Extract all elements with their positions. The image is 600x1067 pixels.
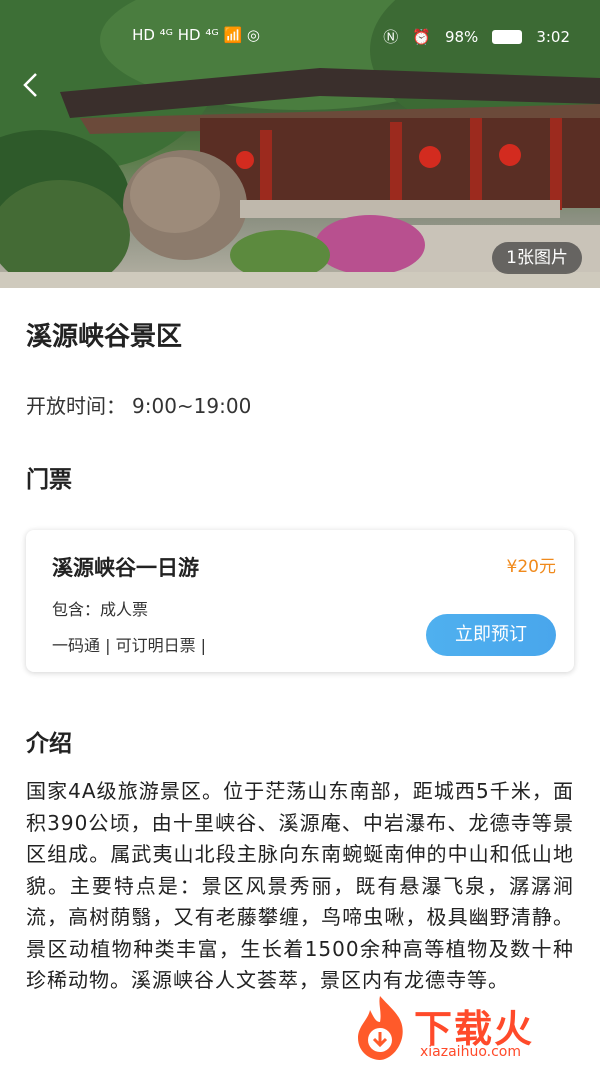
signal-icons: HD ⁴ᴳ HD ⁴ᴳ 📶 ◎ xyxy=(132,26,260,44)
nfc-icon: Ⓝ xyxy=(383,28,399,46)
hours-value: 9:00~19:00 xyxy=(132,394,252,418)
back-button[interactable] xyxy=(22,72,50,104)
photo-count-badge[interactable]: 1张图片 xyxy=(492,242,582,274)
hours-label: 开放时间： xyxy=(26,394,126,418)
status-bar: HD ⁴ᴳ HD ⁴ᴳ 📶 ◎ Ⓝ ⏰ 98% 3:02 xyxy=(132,26,570,47)
watermark: 下载火 xiazaihuo.com xyxy=(344,990,594,1066)
page-title: 溪源峡谷景区 xyxy=(26,322,183,352)
chevron-left-icon xyxy=(23,73,37,97)
hero-image[interactable]: HD ⁴ᴳ HD ⁴ᴳ 📶 ◎ Ⓝ ⏰ 98% 3:02 1张图片 xyxy=(0,0,600,288)
intro-section-title: 介绍 xyxy=(26,731,72,757)
flame-logo-icon xyxy=(358,996,403,1060)
watermark-url: xiazaihuo.com xyxy=(420,1044,521,1060)
ticket-card[interactable]: 溪源峡谷一日游 ¥20元 包含：成人票 一码通 | 可订明日票 | 立即预订 xyxy=(26,530,574,672)
book-now-button[interactable]: 立即预订 xyxy=(426,614,556,656)
battery-icon xyxy=(492,29,523,44)
ticket-includes: 包含：成人票 xyxy=(52,600,149,619)
alarm-icon: ⏰ xyxy=(412,27,431,46)
ticket-price: ¥20元 xyxy=(506,557,556,577)
clock: 3:02 xyxy=(536,27,570,46)
ticket-tags: 一码通 | 可订明日票 | xyxy=(52,636,207,655)
tickets-section-title: 门票 xyxy=(26,467,72,493)
opening-hours: 开放时间： 9:00~19:00 xyxy=(26,390,251,419)
battery-percent: 98% xyxy=(444,27,479,46)
ticket-name: 溪源峡谷一日游 xyxy=(52,556,199,580)
